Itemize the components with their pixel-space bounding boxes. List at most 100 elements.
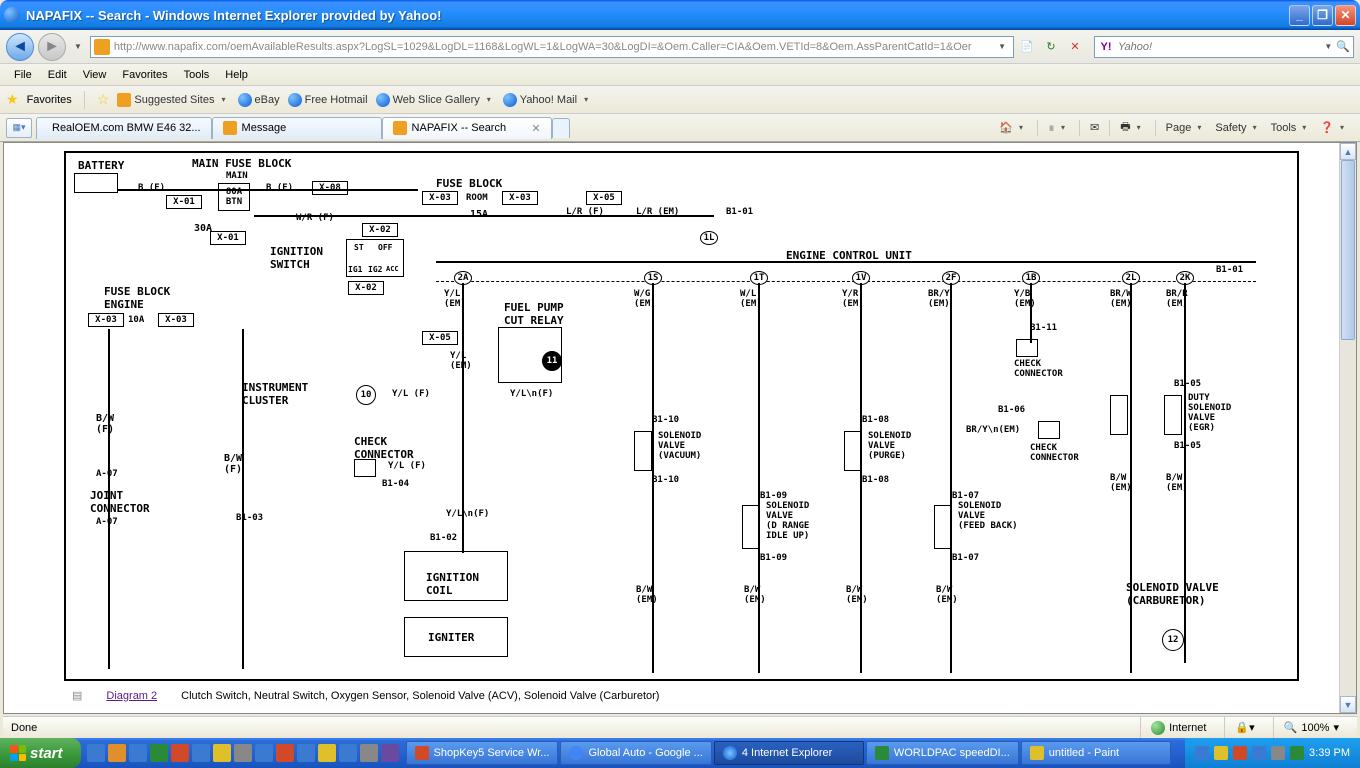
ql-icon-3[interactable] [129, 744, 147, 762]
ql-icon-5[interactable] [171, 744, 189, 762]
ql-icon-1[interactable] [87, 744, 105, 762]
page-menu[interactable]: Page▾ [1166, 122, 1206, 134]
nav-history-dropdown[interactable]: ▼ [70, 42, 86, 51]
tab-message[interactable]: Message [212, 117, 382, 139]
tray-icon[interactable] [1214, 746, 1228, 760]
label-fuel-pump: FUEL PUMP CUT RELAY [504, 301, 564, 327]
tray-icon[interactable] [1252, 746, 1266, 760]
task-paint[interactable]: untitled - Paint [1021, 741, 1171, 765]
fav-hotmail[interactable]: Free Hotmail [288, 93, 368, 107]
fav-yahoomail[interactable]: Yahoo! Mail▾ [503, 93, 592, 107]
label-igniter: IGNITER [428, 631, 474, 644]
tabs-bar: ▦▾ RealOEM.com BMW E46 32... Message NAP… [0, 114, 1360, 142]
label-joint-connector: JOINT CONNECTOR [90, 489, 150, 515]
menu-help[interactable]: Help [217, 67, 256, 83]
vertical-scrollbar[interactable]: ▲ ▼ [1339, 143, 1356, 713]
document-icon: ▤ [72, 689, 82, 702]
tools-menu[interactable]: Tools▾ [1271, 122, 1311, 134]
task-shopkey[interactable]: ShopKey5 Service Wr... [406, 741, 559, 765]
clock[interactable]: 3:39 PM [1309, 747, 1350, 759]
ql-icon-12[interactable] [318, 744, 336, 762]
command-bar: 🏠▾ ∎▾ ✉ 🖶▾ Page▾ Safety▾ Tools▾ ❓▾ [999, 118, 1354, 137]
label-sv-carb: SOLENOID VALVE (CARBURETOR) [1126, 581, 1219, 607]
quick-tabs-button[interactable]: ▦▾ [6, 118, 32, 138]
fav-webslice[interactable]: Web Slice Gallery▾ [376, 93, 495, 107]
task-ie[interactable]: 4 Internet Explorer [714, 741, 864, 765]
tray-icon[interactable] [1233, 746, 1247, 760]
tray-icon[interactable] [1271, 746, 1285, 760]
ie-icon [288, 93, 302, 107]
page-icon [223, 121, 237, 135]
url-dropdown[interactable]: ▼ [994, 42, 1010, 51]
ql-icon-6[interactable] [192, 744, 210, 762]
fav-suggested-sites[interactable]: Suggested Sites▾ [117, 93, 229, 107]
close-button[interactable]: ✕ [1335, 5, 1356, 26]
mail-button[interactable]: ✉ [1090, 121, 1099, 134]
tray-icon[interactable] [1195, 746, 1209, 760]
minimize-button[interactable]: _ [1289, 5, 1310, 26]
ql-icon-13[interactable] [339, 744, 357, 762]
feeds-button[interactable]: ∎▾ [1048, 121, 1069, 134]
address-bar[interactable]: ▼ [90, 36, 1014, 58]
label-battery: BATTERY [78, 159, 124, 172]
label-sv-feedback: SOLENOID VALVE (FEED BACK) [958, 501, 1018, 531]
quick-launch [81, 744, 405, 762]
maximize-button[interactable]: ❐ [1312, 5, 1333, 26]
new-tab-button[interactable] [552, 118, 570, 138]
refresh-button[interactable]: ↻ [1042, 38, 1060, 56]
task-worldpac[interactable]: WORLDPAC speedDI... [866, 741, 1019, 765]
favorites-label[interactable]: Favorites [27, 94, 72, 106]
task-global-auto[interactable]: Global Auto - Google ... [560, 741, 711, 765]
tab-napafix[interactable]: NAPAFIX -- Search✕ [382, 117, 552, 139]
status-bar: Done Internet 🔒▾ 🔍 100% ▾ [3, 716, 1357, 738]
url-input[interactable] [114, 41, 994, 53]
search-box[interactable]: Y! ▼ 🔍 [1094, 36, 1354, 58]
ql-icon-2[interactable] [108, 744, 126, 762]
zoom-control[interactable]: 🔍 100% ▾ [1273, 717, 1349, 738]
ql-icon-15[interactable] [381, 744, 399, 762]
label-sv-egr: DUTY SOLENOID VALVE (EGR) [1188, 393, 1231, 433]
system-tray[interactable]: 3:39 PM [1185, 738, 1360, 768]
menu-tools[interactable]: Tools [176, 67, 218, 83]
tab-realoem[interactable]: RealOEM.com BMW E46 32... [36, 117, 212, 139]
windows-logo-icon [10, 745, 26, 761]
protected-mode[interactable]: 🔒▾ [1224, 717, 1264, 738]
ql-icon-14[interactable] [360, 744, 378, 762]
print-button[interactable]: 🖶▾ [1120, 118, 1144, 137]
ql-icon-7[interactable] [213, 744, 231, 762]
search-go-icon[interactable]: 🔍 [1336, 40, 1350, 53]
content-area: BATTERY MAIN FUSE BLOCK MAIN 80A BTN 30A… [3, 142, 1357, 714]
compat-view-icon[interactable]: 📄 [1018, 38, 1036, 56]
menu-favorites[interactable]: Favorites [114, 67, 175, 83]
back-button[interactable]: ◄ [6, 33, 34, 61]
ql-icon-9[interactable] [255, 744, 273, 762]
diagram-2-link[interactable]: Diagram 2 [106, 690, 157, 702]
ql-icon-4[interactable] [150, 744, 168, 762]
ql-icon-8[interactable] [234, 744, 252, 762]
search-input[interactable] [1118, 41, 1320, 53]
menu-file[interactable]: File [6, 67, 40, 83]
menu-view[interactable]: View [75, 67, 115, 83]
menu-edit[interactable]: Edit [40, 67, 75, 83]
search-provider-dropdown[interactable]: ▼ [1320, 42, 1336, 51]
label-main-fuse: MAIN FUSE BLOCK [192, 157, 291, 170]
start-button[interactable]: start [0, 738, 81, 768]
fav-ebay[interactable]: eBay [238, 93, 280, 107]
help-icon: ❓ [1320, 121, 1334, 134]
favorites-star-icon[interactable]: ★ [6, 91, 19, 108]
scroll-up-icon[interactable]: ▲ [1340, 143, 1356, 160]
stop-button[interactable]: ✕ [1066, 38, 1084, 56]
add-favorite-icon[interactable]: ☆ [97, 91, 110, 108]
safety-menu[interactable]: Safety▾ [1215, 122, 1260, 134]
forward-button[interactable]: ► [38, 33, 66, 61]
ql-icon-11[interactable] [297, 744, 315, 762]
tab-close-icon[interactable]: ✕ [531, 122, 540, 135]
help-button[interactable]: ❓▾ [1320, 121, 1348, 134]
scroll-thumb[interactable] [1341, 160, 1355, 340]
scroll-down-icon[interactable]: ▼ [1340, 696, 1356, 713]
label-check-connector: CHECK CONNECTOR [354, 435, 414, 461]
tray-icon[interactable] [1290, 746, 1304, 760]
ie-icon [238, 93, 252, 107]
ql-icon-10[interactable] [276, 744, 294, 762]
home-button[interactable]: 🏠▾ [999, 121, 1027, 134]
